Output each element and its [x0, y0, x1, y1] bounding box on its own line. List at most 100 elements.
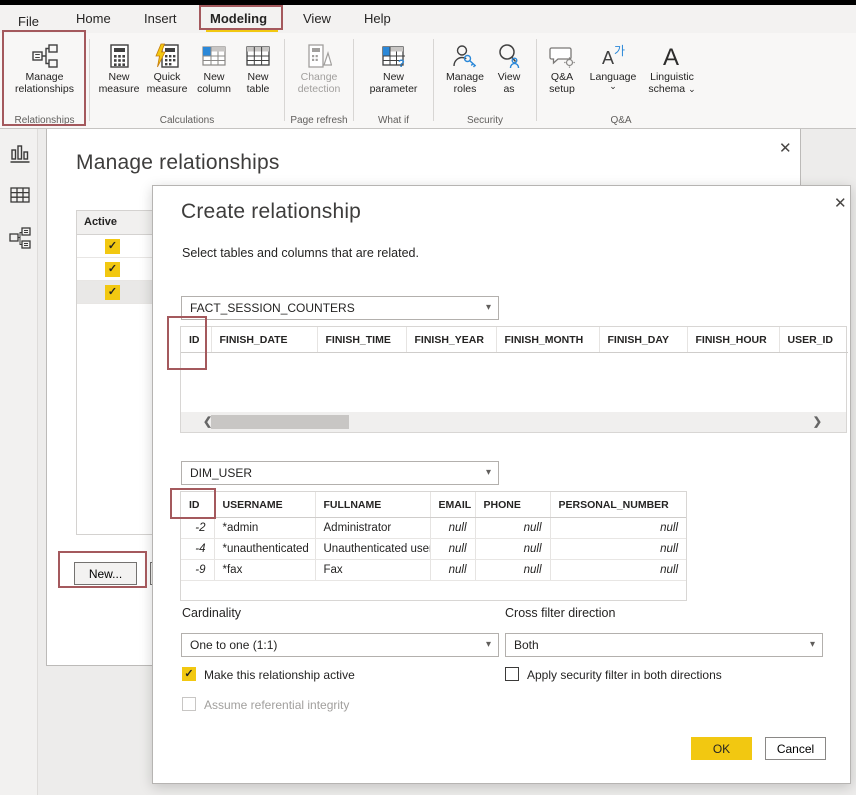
menu-file[interactable]: File [18, 14, 39, 29]
table2-col-personal-number[interactable]: PERSONAL_NUMBER [550, 492, 686, 518]
cancel-button[interactable]: Cancel [765, 737, 826, 760]
cross-filter-label: Cross filter direction [505, 606, 615, 620]
table1-col-finish-hour[interactable]: FINISH_HOUR [687, 327, 779, 353]
relationship-row[interactable]: ✓ [77, 258, 152, 281]
svg-text:?: ? [398, 58, 405, 69]
svg-text:가: 가 [614, 44, 625, 58]
dropdown-arrow-icon: ▾ [486, 639, 491, 650]
report-view-icon[interactable] [9, 143, 31, 165]
new-table-button[interactable]: New table [237, 41, 279, 95]
ok-button[interactable]: OK [691, 737, 752, 760]
referential-integrity-checkbox [182, 697, 196, 711]
group-label-qa: Q&A [537, 115, 705, 126]
cross-filter-select[interactable]: Both ▾ [505, 633, 823, 657]
table2-col-username[interactable]: USERNAME [214, 492, 315, 518]
language-icon: A가 [599, 41, 627, 71]
group-label-relationships: Relationships [0, 115, 89, 126]
ribbon: Manage relationships Relationships New m… [0, 33, 856, 129]
qa-setup-icon [549, 41, 575, 71]
new-table-icon [245, 41, 271, 71]
ribbon-group-what-if: ? New parameter What if [354, 33, 433, 128]
model-view-icon[interactable] [9, 226, 31, 248]
close-icon[interactable]: ✕ [834, 194, 847, 212]
manage-relationships-icon [31, 41, 59, 71]
manage-relationships-button[interactable]: Manage relationships [3, 41, 87, 95]
chevron-down-icon: ⌄ [609, 83, 617, 90]
table1-col-finish-time[interactable]: FINISH_TIME [317, 327, 406, 353]
relationship-row-selected[interactable]: ✓ [77, 281, 152, 304]
new-column-button[interactable]: New column [191, 41, 237, 95]
active-checkbox[interactable]: ✓ [105, 262, 120, 277]
table1-col-id[interactable]: ID [181, 327, 211, 353]
view-as-icon [496, 41, 522, 71]
create-dialog-title: Create relationship [181, 200, 361, 224]
scrollbar-thumb[interactable] [211, 415, 349, 429]
cardinality-select[interactable]: One to one (1:1) ▾ [181, 633, 499, 657]
new-column-icon [201, 41, 227, 71]
relationship-row[interactable]: ✓ [77, 235, 152, 258]
cardinality-label: Cardinality [182, 606, 241, 620]
table1-preview: ID FINISH_DATE FINISH_TIME FINISH_YEAR F… [180, 326, 847, 433]
quick-measure-button[interactable]: Quick measure [143, 41, 191, 95]
linguistic-schema-icon: A [658, 41, 686, 71]
menu-home[interactable]: Home [76, 11, 111, 26]
table1-col-finish-day[interactable]: FINISH_DAY [599, 327, 687, 353]
view-as-button[interactable]: View as [489, 41, 529, 95]
scroll-right-icon[interactable]: ❯ [813, 415, 822, 428]
table2-header-row: ID USERNAME FULLNAME EMAIL PHONE PERSONA… [181, 492, 686, 518]
menu-modeling[interactable]: Modeling [210, 11, 267, 26]
table2-col-phone[interactable]: PHONE [475, 492, 550, 518]
table-row[interactable]: -2 *admin Administrator null null null [181, 518, 686, 539]
manage-roles-icon [452, 41, 478, 71]
table2-col-email[interactable]: EMAIL [430, 492, 475, 518]
table2-col-fullname[interactable]: FULLNAME [315, 492, 430, 518]
menu-insert[interactable]: Insert [144, 11, 177, 26]
table-row[interactable]: -9 *fax Fax null null null [181, 560, 686, 581]
view-sidebar [0, 129, 38, 795]
dropdown-arrow-icon: ▾ [486, 467, 491, 478]
new-parameter-icon: ? [381, 41, 407, 71]
new-relationship-button[interactable]: New... [74, 562, 137, 585]
table2-preview: ID USERNAME FULLNAME EMAIL PHONE PERSONA… [180, 491, 687, 601]
qa-setup-button[interactable]: Q&A setup [539, 41, 585, 95]
table1-col-finish-date[interactable]: FINISH_DATE [211, 327, 317, 353]
new-measure-button[interactable]: New measure [95, 41, 143, 95]
referential-integrity-option: Assume referential integrity [182, 697, 349, 712]
new-measure-icon [106, 41, 132, 71]
create-relationship-dialog: Create relationship ✕ Select tables and … [152, 185, 851, 784]
close-icon[interactable]: ✕ [779, 139, 792, 157]
active-column-header[interactable]: Active [77, 211, 152, 235]
change-detection-icon [306, 41, 332, 71]
table-row[interactable]: -4 *unauthenticated Unauthenticated user… [181, 539, 686, 560]
table1-select[interactable]: FACT_SESSION_COUNTERS ▾ [181, 296, 499, 320]
menu-view[interactable]: View [303, 11, 331, 26]
new-parameter-button[interactable]: ? New parameter [364, 41, 424, 95]
make-active-option[interactable]: ✓ Make this relationship active [182, 667, 355, 682]
chevron-down-icon: ⌄ [688, 84, 696, 94]
table2-col-id[interactable]: ID [181, 492, 214, 518]
group-label-security: Security [434, 115, 536, 126]
table2-select[interactable]: DIM_USER ▾ [181, 461, 499, 485]
dialog-subtitle: Select tables and columns that are relat… [182, 246, 419, 260]
active-checkbox[interactable]: ✓ [105, 285, 120, 300]
table1-col-finish-year[interactable]: FINISH_YEAR [406, 327, 496, 353]
data-view-icon[interactable] [9, 184, 31, 206]
table1-col-finish-month[interactable]: FINISH_MONTH [496, 327, 599, 353]
table1-col-user-id[interactable]: USER_ID [779, 327, 848, 353]
make-active-checkbox[interactable]: ✓ [182, 667, 196, 681]
svg-text:A: A [602, 48, 614, 68]
ribbon-group-relationships: Manage relationships Relationships [0, 33, 89, 128]
language-button[interactable]: A가 Language ⌄ [585, 41, 641, 90]
linguistic-schema-button[interactable]: A Linguistic schema ⌄ [641, 41, 703, 95]
menu-help[interactable]: Help [364, 11, 391, 26]
security-filter-option[interactable]: Apply security filter in both directions [505, 667, 722, 682]
active-checkbox[interactable]: ✓ [105, 239, 120, 254]
security-filter-checkbox[interactable] [505, 667, 519, 681]
menu-bar: File Home Insert Modeling View Help [0, 5, 856, 33]
svg-text:A: A [663, 44, 679, 70]
table1-horizontal-scrollbar[interactable]: ❮ ❯ [181, 412, 846, 432]
dropdown-arrow-icon: ▾ [486, 302, 491, 313]
active-tab-underline [206, 29, 278, 32]
group-label-calculations: Calculations [90, 115, 284, 126]
manage-roles-button[interactable]: Manage roles [441, 41, 489, 95]
